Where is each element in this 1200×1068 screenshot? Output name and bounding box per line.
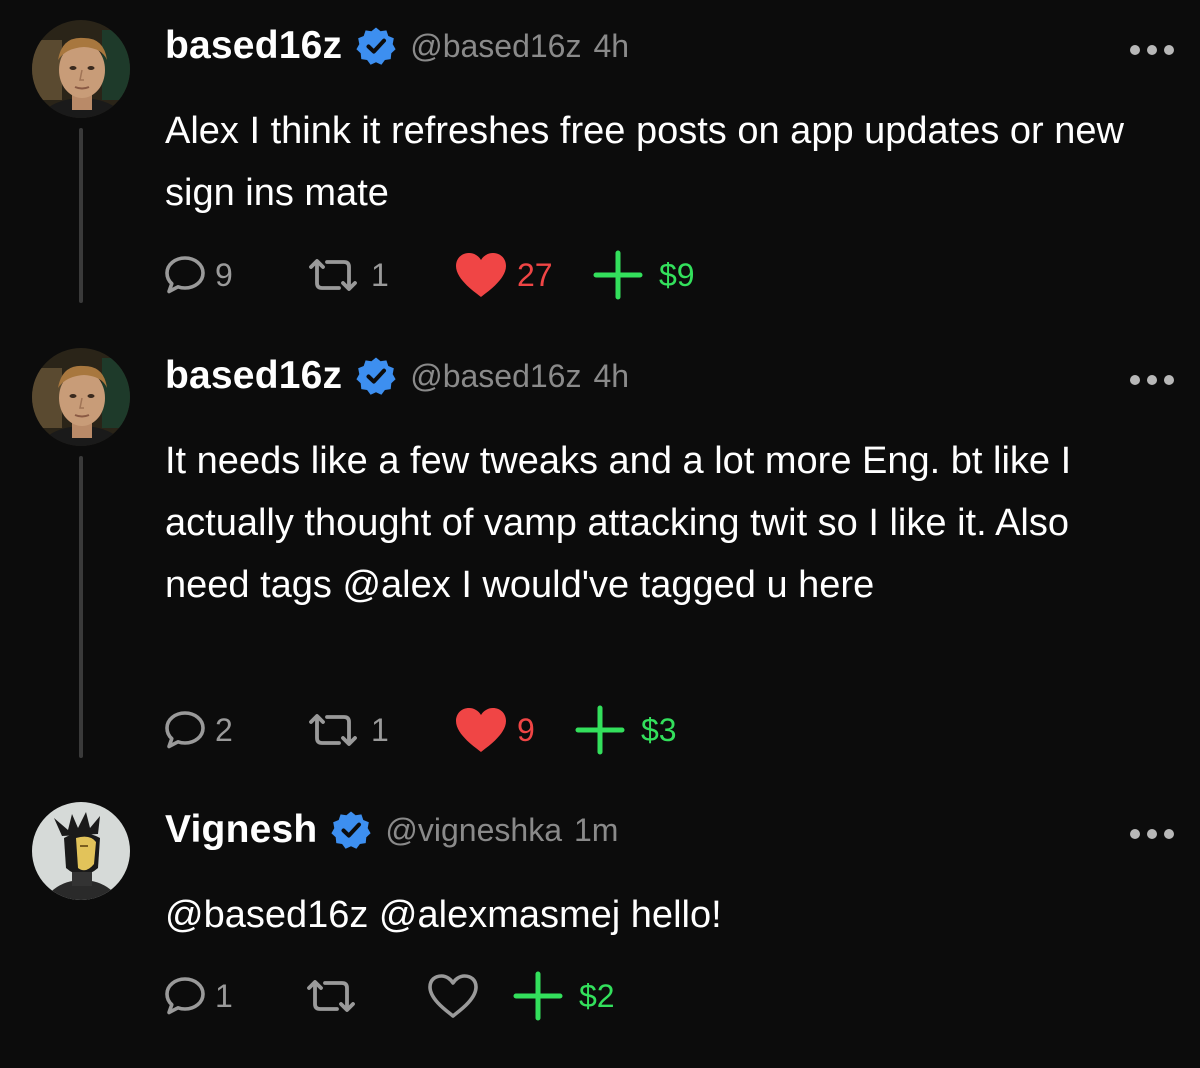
reply-button[interactable]: 2 [163, 700, 303, 760]
repost-button[interactable]: 1 [303, 245, 453, 305]
more-options-icon[interactable] [1130, 40, 1174, 60]
like-button[interactable]: 27 [453, 245, 593, 305]
plus-tip-icon [513, 971, 563, 1021]
verified-badge-icon [356, 356, 396, 396]
more-options-icon[interactable] [1130, 824, 1174, 844]
repost-count: 1 [371, 711, 389, 748]
post-time: 4h [593, 27, 630, 64]
reply-count: 1 [215, 977, 233, 1014]
avatar[interactable] [32, 20, 130, 118]
reply-icon [163, 974, 207, 1018]
tip-amount: $3 [641, 711, 677, 748]
like-button[interactable]: 9 [453, 700, 575, 760]
author-handle[interactable]: @vigneshka [385, 812, 562, 849]
repost-icon [303, 708, 363, 752]
post-time: 1m [573, 811, 619, 848]
verified-badge-icon [356, 26, 396, 66]
avatar[interactable] [32, 348, 130, 446]
post-actions: 1 $2 [163, 966, 615, 1026]
post-header: based16z @based16z 4h [165, 346, 629, 406]
tip-amount: $9 [659, 256, 695, 293]
verified-badge-icon [331, 810, 371, 850]
reply-count: 2 [215, 711, 233, 748]
like-count: 9 [517, 711, 535, 748]
reply-button[interactable]: 9 [163, 245, 303, 305]
thread-line [79, 456, 83, 758]
post-text: Alex I think it refreshes free posts on … [165, 110, 1124, 214]
avatar[interactable] [32, 802, 130, 900]
thread-line [79, 128, 83, 303]
reply-button[interactable]: 1 [163, 966, 301, 1026]
post-actions: 2 1 9 $3 [163, 700, 677, 760]
heart-icon [453, 705, 509, 755]
repost-icon [303, 253, 363, 297]
tip-button[interactable]: $3 [575, 700, 677, 760]
like-count: 27 [517, 256, 553, 293]
heart-icon [425, 971, 481, 1021]
tip-amount: $2 [579, 977, 615, 1014]
repost-button[interactable] [301, 966, 425, 1026]
post-text: It needs like a few tweaks and a lot mor… [165, 440, 1072, 606]
tip-button[interactable]: $2 [513, 966, 615, 1026]
repost-icon [301, 974, 361, 1018]
post-time: 4h [593, 357, 630, 394]
plus-tip-icon [575, 705, 625, 755]
post-header: Vignesh @vigneshka 1m [165, 800, 618, 860]
heart-icon [453, 250, 509, 300]
tip-button[interactable]: $9 [593, 245, 695, 305]
like-button[interactable] [425, 966, 513, 1026]
plus-tip-icon [593, 250, 643, 300]
post-header: based16z @based16z 4h [165, 16, 629, 76]
post-text: @based16z @alexmasmej hello! [165, 894, 722, 936]
reply-icon [163, 708, 207, 752]
author-handle[interactable]: @based16z [410, 358, 581, 395]
repost-count: 1 [371, 256, 389, 293]
reply-count: 9 [215, 256, 233, 293]
reply-icon [163, 253, 207, 297]
post-actions: 9 1 27 $9 [163, 245, 695, 305]
more-options-icon[interactable] [1130, 370, 1174, 390]
author-name[interactable]: Vignesh [165, 808, 317, 852]
repost-button[interactable]: 1 [303, 700, 453, 760]
author-name[interactable]: based16z [165, 24, 342, 68]
author-handle[interactable]: @based16z [410, 28, 581, 65]
author-name[interactable]: based16z [165, 354, 342, 398]
